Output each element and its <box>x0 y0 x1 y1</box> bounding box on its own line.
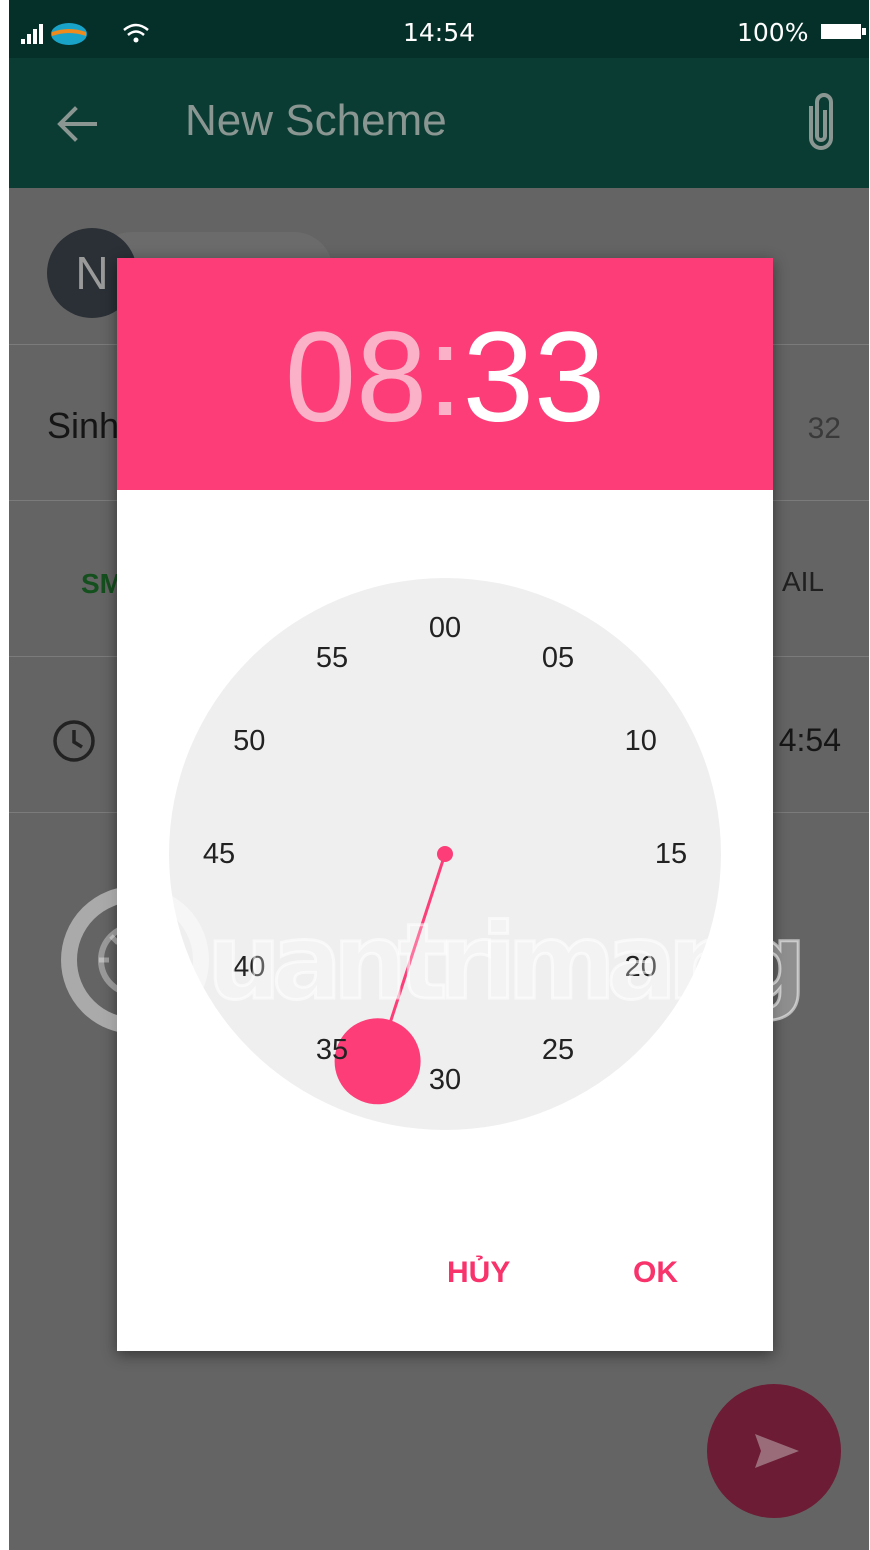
phone-screen: 14:54 100% New Scheme N Sinh 32 SM AIL 4… <box>9 0 869 1550</box>
app-bar: New Scheme <box>9 58 869 188</box>
clock-number-20[interactable]: 20 <box>611 950 671 984</box>
clock-number-50[interactable]: 50 <box>219 724 279 758</box>
clock-number-40[interactable]: 40 <box>219 950 279 984</box>
clock-center-dot <box>437 846 453 862</box>
clock-number-05[interactable]: 05 <box>528 641 588 675</box>
send-button[interactable] <box>707 1384 841 1518</box>
clock-number-25[interactable]: 25 <box>528 1033 588 1067</box>
clock-number-35[interactable]: 35 <box>302 1033 362 1067</box>
status-bar: 14:54 100% <box>9 0 869 58</box>
time-picker-dialog: 08:33 00 05 10 15 20 25 30 35 40 45 50 55 HỦY OK <box>117 258 773 1351</box>
time-separator: : <box>427 300 463 443</box>
clock-dial[interactable]: 00 05 10 15 20 25 30 35 40 45 50 55 <box>169 578 721 1130</box>
battery-percentage: 100% <box>737 18 809 47</box>
paperclip-icon[interactable] <box>799 88 843 158</box>
time-display: 08:33 <box>117 302 773 449</box>
tab-email[interactable]: AIL <box>782 566 824 598</box>
ok-button[interactable]: OK <box>633 1256 678 1290</box>
page-title: New Scheme <box>185 96 447 145</box>
minutes-value[interactable]: 33 <box>463 306 605 449</box>
clock-icon <box>53 720 95 762</box>
clock-number-00[interactable]: 00 <box>415 611 475 645</box>
clock-number-55[interactable]: 55 <box>302 641 362 675</box>
cancel-button[interactable]: HỦY <box>447 1256 510 1290</box>
send-icon <box>755 1434 799 1468</box>
time-picker-header: 08:33 <box>117 258 773 490</box>
character-count: 32 <box>807 412 841 445</box>
clock-number-45[interactable]: 45 <box>189 837 249 871</box>
clock-number-10[interactable]: 10 <box>611 724 671 758</box>
clock-number-30[interactable]: 30 <box>415 1063 475 1097</box>
battery-icon <box>821 24 866 39</box>
clock-hand-layer <box>334 846 453 1105</box>
back-arrow-icon[interactable] <box>49 96 105 152</box>
message-name-field[interactable]: Sinh <box>47 405 119 447</box>
clock-number-15[interactable]: 15 <box>641 837 701 871</box>
hours-value[interactable]: 08 <box>285 306 427 449</box>
schedule-time[interactable]: 4:54 <box>779 722 841 759</box>
